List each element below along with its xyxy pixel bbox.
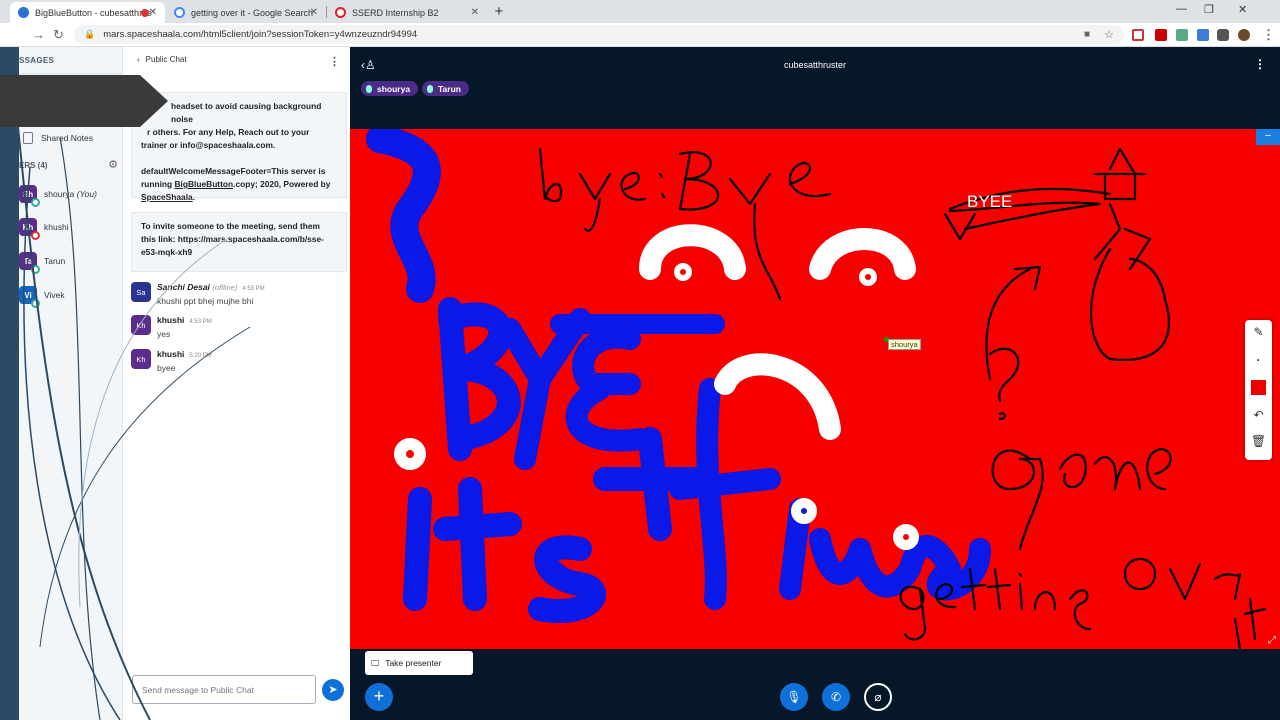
bbb-favicon-icon: [18, 7, 29, 18]
slide-decoration-banner: [0, 75, 168, 127]
thickness-icon[interactable]: ·: [1245, 353, 1272, 367]
bookmark-star-icon[interactable]: ☆: [1104, 28, 1114, 41]
ink-dot: [859, 268, 877, 286]
extension-icon[interactable]: [1176, 29, 1188, 41]
camera-in-use-icon[interactable]: ■: [1084, 29, 1090, 40]
lock-icon: 🔒: [84, 29, 96, 39]
browser-address-bar: → ↻ 🔒 mars.spaceshaala.com/html5client/j…: [0, 23, 1280, 47]
ink-figure: [943, 147, 1171, 361]
microphone-icon: 🎙: [786, 690, 802, 704]
extension-icon[interactable]: [1197, 29, 1209, 41]
ink-stroke-its: [403, 477, 606, 623]
reload-icon[interactable]: ↻: [53, 27, 64, 43]
browser-tab-bbb[interactable]: BigBlueButton - cubesatthrus ✕: [10, 2, 165, 23]
fullscreen-icon[interactable]: ⤢: [1268, 635, 1276, 646]
monitor-icon: 🖵: [371, 657, 380, 668]
browser-tab-bar: BigBlueButton - cubesatthrus ✕ getting o…: [0, 0, 1280, 23]
meeting-title: cubesatthruster: [783, 60, 847, 70]
close-tab-icon[interactable]: ✕: [471, 7, 479, 18]
ink-dot: [893, 524, 919, 550]
puzzle-extensions-icon[interactable]: [1217, 29, 1229, 41]
browser-menu-icon[interactable]: ⋮: [1262, 27, 1275, 43]
tab-title: SSERD Internship B2: [352, 7, 439, 18]
trash-icon[interactable]: 🗑: [1245, 434, 1272, 448]
mic-icon: [427, 84, 433, 93]
cursor-user-label: shourya: [888, 339, 921, 350]
close-window-icon[interactable]: ✕: [1238, 3, 1247, 16]
whiteboard-toolbar: ✎ · ↶ 🗑: [1245, 320, 1272, 460]
talking-indicator[interactable]: Tarun: [422, 81, 469, 96]
ink-dot: [674, 263, 692, 281]
pencil-icon[interactable]: ✎: [1245, 325, 1272, 339]
presentation-area: ‹♙ cubesatthruster ⋮ shourya Tarun BYEE …: [350, 47, 1280, 720]
new-tab-button[interactable]: +: [490, 3, 508, 21]
ink-dot: [394, 438, 426, 470]
ink-question: [988, 347, 1020, 421]
webcam-button[interactable]: ⌀: [864, 683, 892, 711]
minimize-presentation-button[interactable]: −: [1256, 129, 1280, 145]
close-tab-icon[interactable]: ✕: [149, 7, 157, 18]
mic-button[interactable]: 🎙: [780, 683, 808, 711]
ink-arc-right: [809, 228, 916, 280]
send-arrow-icon: ➤: [328, 684, 338, 696]
ink-arrow: [985, 265, 1042, 381]
slide-decoration-curves: [17, 126, 251, 720]
camera-off-icon: ⌀: [874, 690, 882, 704]
take-presenter-menu-item[interactable]: 🖵 Take presenter: [365, 651, 473, 675]
options-menu-icon[interactable]: ⋮: [1254, 57, 1266, 71]
audio-button[interactable]: ✆: [822, 683, 850, 711]
whiteboard-byee-text: BYEE: [967, 192, 1012, 211]
browser-tab-sserd[interactable]: SSERD Internship B2 ✕: [327, 2, 487, 23]
url-text: mars.spaceshaala.com/html5client/join?se…: [103, 29, 418, 40]
send-message-button[interactable]: ➤: [322, 679, 344, 701]
pdf-extension-icon[interactable]: [1155, 29, 1167, 41]
minimize-window-icon[interactable]: —: [1176, 3, 1187, 15]
actions-plus-button[interactable]: +: [365, 683, 393, 711]
talking-indicator[interactable]: shourya: [361, 81, 419, 96]
google-favicon-icon: [174, 7, 185, 18]
ink-stroke-y: [499, 308, 591, 470]
url-field[interactable]: 🔒 mars.spaceshaala.com/html5client/join?…: [74, 25, 1124, 44]
ink-stroke-e: [565, 326, 651, 452]
whiteboard-drawing: BYEE: [366, 129, 1267, 649]
phone-icon: ✆: [830, 690, 842, 704]
ink-arc-left: [639, 224, 746, 280]
chat-options-icon[interactable]: ⋮: [329, 55, 340, 68]
restore-window-icon[interactable]: ❐: [1204, 3, 1214, 16]
mic-icon: [366, 84, 372, 93]
tab-title: BigBlueButton - cubesatthrus: [35, 7, 152, 18]
extension-icon[interactable]: [1132, 29, 1144, 41]
ink-arc-middle: [714, 353, 841, 440]
browser-tab-google[interactable]: getting over it - Google Search ✕: [166, 2, 326, 23]
forward-arrow-icon[interactable]: →: [32, 27, 45, 42]
color-picker-icon[interactable]: [1251, 380, 1266, 395]
profile-avatar-icon[interactable]: [1238, 29, 1250, 41]
undo-icon[interactable]: ↶: [1245, 408, 1272, 422]
ink-stroke-5: [366, 129, 441, 303]
tab-title: getting over it - Google Search: [191, 7, 314, 18]
whiteboard-canvas[interactable]: BYEE: [350, 129, 1280, 649]
ink-text-game: [991, 447, 1172, 551]
close-tab-icon[interactable]: ✕: [310, 7, 318, 18]
sserd-favicon-icon: [335, 7, 346, 18]
